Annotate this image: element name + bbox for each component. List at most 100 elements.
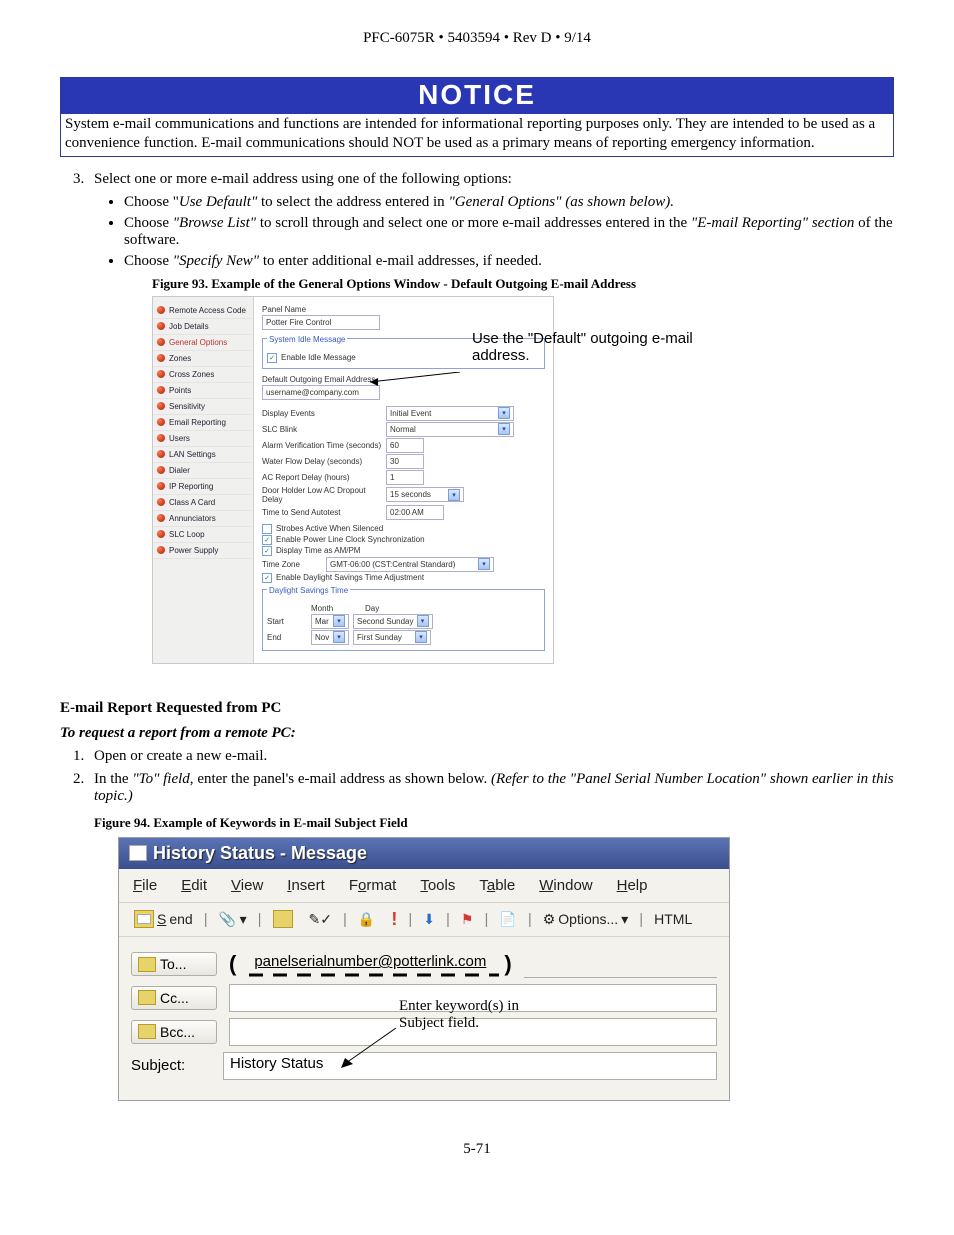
nav-item-lan-settings[interactable]: LAN Settings (153, 447, 253, 463)
nav-item-remote-access-code[interactable]: Remote Access Code (153, 303, 253, 319)
out-email-input[interactable]: username@company.com (262, 385, 380, 400)
options-button[interactable]: ⚙ Options... ▾ (538, 909, 634, 930)
nav-item-class-a-card[interactable]: Class A Card (153, 495, 253, 511)
subject-input[interactable]: History Status (223, 1052, 717, 1080)
nav-item-email-reporting[interactable]: Email Reporting (153, 415, 253, 431)
pline-checkbox[interactable] (262, 535, 272, 545)
menu-file[interactable]: File (133, 877, 157, 894)
txt: to enter additional e-mail addresses, if… (259, 253, 542, 269)
message-icon (129, 845, 147, 861)
start-day-select[interactable]: Second Sunday (353, 614, 433, 629)
water-input[interactable]: 30 (386, 454, 424, 469)
step-3: Select one or more e-mail address using … (88, 171, 894, 664)
send-button[interactable]: Send (129, 908, 198, 930)
address-book-icon (138, 1024, 156, 1039)
bcc-button[interactable]: Bcc... (131, 1020, 217, 1044)
dst-checkbox[interactable] (262, 573, 272, 583)
end-month-select[interactable]: Nov (311, 630, 349, 645)
menu-edit[interactable]: Edit (181, 877, 207, 894)
menu-view[interactable]: View (231, 877, 263, 894)
low-importance-button[interactable]: ⬇ (418, 909, 440, 930)
display-events-select[interactable]: Initial Event (386, 406, 514, 421)
nav-dot-icon (157, 514, 165, 522)
separator: | (408, 911, 412, 928)
menu-tools[interactable]: Tools (420, 877, 455, 894)
txt: Choose (124, 215, 173, 231)
html-button[interactable]: HTML (649, 909, 697, 929)
enable-idle-label: Enable Idle Message (281, 353, 356, 362)
pc-step-2: In the "To" field, enter the panel's e-m… (88, 771, 894, 831)
signature-button[interactable]: 📄 (494, 909, 521, 930)
subject-label: Subject: (131, 1057, 211, 1074)
section-head-pc: E-mail Report Requested from PC (60, 700, 894, 717)
panel-name-label: Panel Name (262, 305, 545, 314)
high-importance-button[interactable]: ! (386, 907, 402, 932)
nav-item-dialer[interactable]: Dialer (153, 463, 253, 479)
underline-dashes (249, 966, 499, 984)
menu-table[interactable]: Table (479, 877, 515, 894)
nav-dot-icon (157, 370, 165, 378)
cc-button[interactable]: Cc... (131, 986, 217, 1010)
nav-item-points[interactable]: Points (153, 383, 253, 399)
permission-button[interactable]: 🔒 (353, 909, 380, 930)
figure-94-caption: Figure 94. Example of Keywords in E-mail… (94, 815, 894, 831)
step-3-text: Select one or more e-mail address using … (94, 171, 512, 187)
nav-item-label: General Options (169, 338, 227, 347)
nav-item-power-supply[interactable]: Power Supply (153, 543, 253, 559)
attach-button[interactable]: ▾ (214, 909, 252, 930)
slc-label: SLC Blink (262, 425, 382, 434)
fig93-callout: Use the "Default" outgoing e-mail addres… (472, 330, 722, 364)
flag-button[interactable]: ⚑ (456, 909, 479, 930)
dst-label: Enable Daylight Savings Time Adjustment (276, 573, 424, 582)
separator: | (484, 911, 488, 928)
ampm-checkbox[interactable] (262, 546, 272, 556)
nav-item-general-options[interactable]: General Options (153, 335, 253, 351)
autotest-input[interactable]: 02:00 AM (386, 505, 444, 520)
chevron-down-icon (478, 558, 490, 570)
nav-item-label: Email Reporting (169, 418, 226, 427)
page-header: PFC-6075R • 5403594 • Rev D • 9/14 (60, 30, 894, 47)
to-button[interactable]: To... (131, 952, 217, 976)
chevron-down-icon (415, 631, 427, 643)
panel-name-input[interactable]: Potter Fire Control (262, 315, 380, 330)
txt: Choose " (124, 194, 179, 210)
strobes-checkbox[interactable] (262, 524, 272, 534)
nav-item-zones[interactable]: Zones (153, 351, 253, 367)
enable-idle-checkbox[interactable] (267, 353, 277, 363)
val: Second Sunday (357, 617, 414, 626)
slc-select[interactable]: Normal (386, 422, 514, 437)
chevron-down-icon (498, 407, 510, 419)
check-names-button[interactable]: ✎✓ (304, 909, 337, 930)
nav-item-label: Cross Zones (169, 370, 214, 379)
to-label: To... (160, 956, 186, 972)
txt: to select the address entered in (257, 194, 448, 210)
notice-title: NOTICE (61, 78, 893, 114)
end-day-select[interactable]: First Sunday (353, 630, 431, 645)
menu-insert[interactable]: Insert (287, 877, 325, 894)
chevron-down-icon (333, 631, 345, 643)
nav-item-sensitivity[interactable]: Sensitivity (153, 399, 253, 415)
address-book-button[interactable] (268, 908, 298, 930)
nav-dot-icon (157, 418, 165, 426)
alarm-verif-input[interactable]: 60 (386, 438, 424, 453)
chevron-down-icon (498, 423, 510, 435)
menu-window[interactable]: Window (539, 877, 592, 894)
val: GMT-06:00 (CST:Central Standard) (330, 560, 455, 569)
val: Initial Event (390, 409, 431, 418)
val: First Sunday (357, 633, 402, 642)
nav-item-slc-loop[interactable]: SLC Loop (153, 527, 253, 543)
menu-format[interactable]: Format (349, 877, 397, 894)
nav-item-users[interactable]: Users (153, 431, 253, 447)
val: 15 seconds (390, 490, 431, 499)
nav-item-job-details[interactable]: Job Details (153, 319, 253, 335)
nav-item-annunciators[interactable]: Annunciators (153, 511, 253, 527)
menu-help[interactable]: Help (617, 877, 648, 894)
nav-item-ip-reporting[interactable]: IP Reporting (153, 479, 253, 495)
ac-input[interactable]: 1 (386, 470, 424, 485)
door-select[interactable]: 15 seconds (386, 487, 464, 502)
start-month-select[interactable]: Mar (311, 614, 349, 629)
val: Nov (315, 633, 329, 642)
nav-item-cross-zones[interactable]: Cross Zones (153, 367, 253, 383)
chevron-down-icon (448, 489, 460, 501)
tz-select[interactable]: GMT-06:00 (CST:Central Standard) (326, 557, 494, 572)
